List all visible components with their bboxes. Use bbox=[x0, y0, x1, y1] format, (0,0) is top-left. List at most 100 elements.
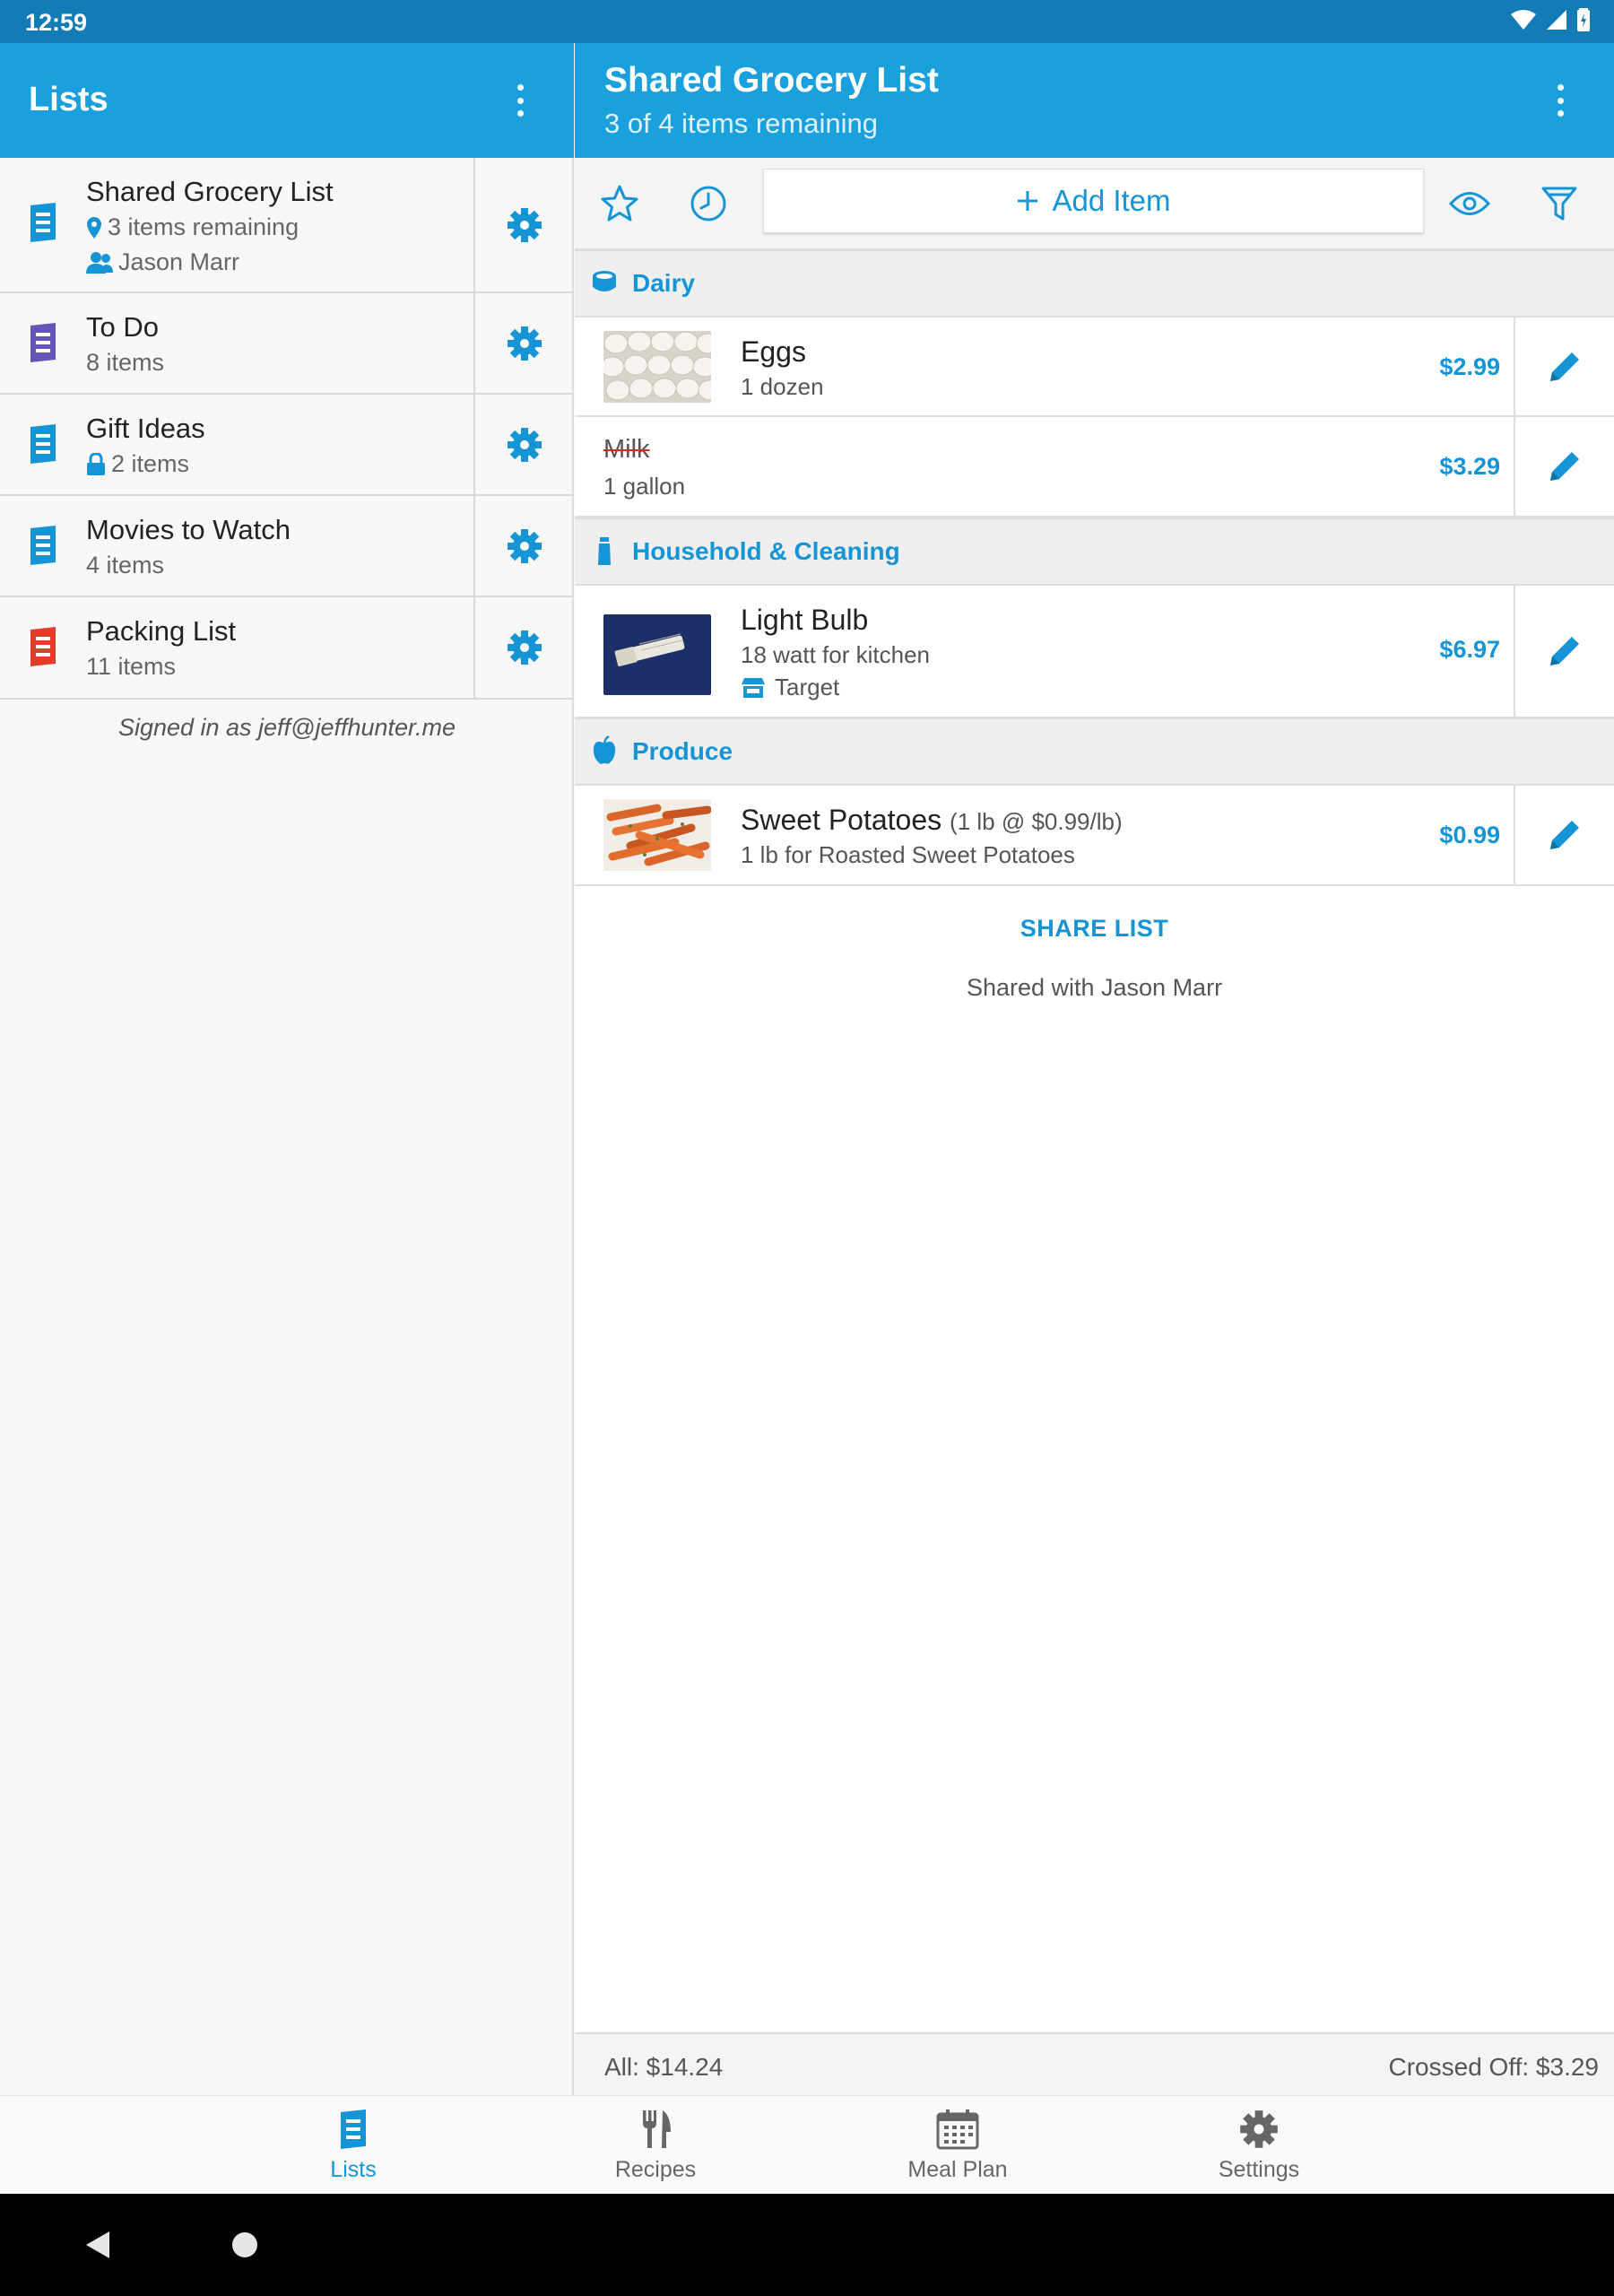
share-list-button[interactable]: SHARE LIST bbox=[575, 915, 1614, 943]
people-icon bbox=[86, 251, 113, 274]
gear-icon bbox=[508, 528, 542, 563]
list-subtitle-text: 3 items remaining bbox=[108, 213, 299, 240]
wifi-icon bbox=[1511, 10, 1536, 30]
lock-icon bbox=[87, 452, 105, 475]
list-row-main[interactable]: Gift Ideas 2 items bbox=[0, 395, 473, 494]
list-detail-header: Shared Grocery List 3 of 4 items remaini… bbox=[575, 43, 1614, 158]
item-name-crossed-off: Milk bbox=[603, 435, 650, 464]
item-name: Sweet Potatoes bbox=[741, 804, 942, 836]
pencil-icon bbox=[1550, 352, 1579, 381]
gear-icon bbox=[508, 326, 542, 361]
list-row-packing-list[interactable]: Packing List 11 items bbox=[0, 597, 574, 700]
list-document-icon bbox=[30, 627, 56, 666]
list-row-main[interactable]: Shared Grocery List 3 items remaining Ja… bbox=[0, 158, 473, 291]
item-row-light-bulb[interactable]: Light Bulb 18 watt for kitchen Target $6… bbox=[575, 586, 1614, 718]
list-subtitle-text: 4 items bbox=[86, 552, 165, 578]
plus-icon bbox=[1018, 191, 1038, 211]
list-settings-button[interactable] bbox=[473, 158, 574, 291]
total-all: All: $14.24 bbox=[604, 2053, 724, 2081]
total-crossed-off: Crossed Off: $3.29 bbox=[1388, 2053, 1600, 2081]
list-row-shared-grocery[interactable]: Shared Grocery List 3 items remaining Ja… bbox=[0, 158, 574, 293]
item-note: 1 dozen bbox=[741, 373, 824, 400]
lists-more-menu-icon[interactable] bbox=[516, 84, 525, 117]
shared-with-text: Shared with Jason Marr bbox=[966, 974, 1223, 1001]
recent-items-button[interactable] bbox=[680, 175, 737, 232]
eye-icon bbox=[1449, 192, 1490, 215]
list-title: To Do bbox=[86, 311, 159, 343]
favorites-button[interactable] bbox=[591, 175, 648, 232]
store-icon bbox=[742, 677, 765, 698]
list-document-icon bbox=[30, 424, 56, 464]
pencil-icon bbox=[1550, 821, 1579, 849]
status-icons bbox=[1510, 7, 1591, 32]
list-shared-name: Jason Marr bbox=[118, 248, 240, 275]
lists-header: Lists bbox=[0, 43, 574, 158]
filter-button[interactable] bbox=[1531, 175, 1588, 232]
list-title: Movies to Watch bbox=[86, 514, 291, 545]
list-row-main[interactable]: Movies to Watch 4 items bbox=[0, 496, 473, 596]
item-row-sweet-potatoes[interactable]: Sweet Potatoes (1 lb @ $0.99/lb) 1 lb fo… bbox=[575, 786, 1614, 886]
add-item-button[interactable]: Add Item bbox=[763, 169, 1424, 233]
item-store-name: Target bbox=[775, 674, 840, 700]
eggs-thumbnail bbox=[603, 331, 711, 403]
item-price-detail: (1 lb @ $0.99/lb) bbox=[950, 808, 1123, 835]
android-navigation-bar bbox=[0, 2194, 1614, 2296]
list-toolbar: Add Item bbox=[575, 158, 1614, 250]
add-item-label: Add Item bbox=[1052, 184, 1171, 217]
list-row-movies[interactable]: Movies to Watch 4 items bbox=[0, 496, 574, 597]
list-settings-button[interactable] bbox=[473, 395, 574, 494]
item-row-milk[interactable]: Milk 1 gallon $3.29 bbox=[575, 417, 1614, 517]
list-document-icon bbox=[30, 526, 56, 565]
signed-in-text: Signed in as jeff@jeffhunter.me bbox=[117, 714, 456, 741]
gear-icon bbox=[508, 631, 542, 665]
list-row-gift-ideas[interactable]: Gift Ideas 2 items bbox=[0, 395, 574, 496]
item-price: $3.29 bbox=[1439, 453, 1500, 480]
item-store: Target bbox=[741, 674, 839, 701]
bottom-navigation: Lists Recipes Meal Plan Settings bbox=[0, 2095, 1614, 2194]
pencil-icon bbox=[1550, 452, 1579, 481]
list-row-main[interactable]: To Do 8 items bbox=[0, 293, 473, 393]
nav-lists[interactable]: Lists bbox=[264, 2096, 443, 2195]
list-subtitle-text: 2 items bbox=[111, 450, 190, 477]
item-note: 18 watt for kitchen bbox=[741, 641, 930, 668]
location-pin-icon bbox=[87, 216, 101, 239]
item-name-line: Sweet Potatoes (1 lb @ $0.99/lb) bbox=[741, 804, 1123, 837]
list-subtitle: 11 items bbox=[86, 653, 176, 681]
list-subtitle: 4 items bbox=[86, 552, 164, 579]
list-settings-button[interactable] bbox=[473, 496, 574, 596]
nav-recipes[interactable]: Recipes bbox=[566, 2096, 745, 2195]
list-settings-button[interactable] bbox=[473, 293, 574, 393]
signal-icon bbox=[1547, 10, 1566, 30]
dairy-icon bbox=[593, 271, 616, 291]
nav-label: Lists bbox=[330, 2156, 377, 2182]
edit-item-button[interactable] bbox=[1514, 317, 1614, 415]
edit-item-button[interactable] bbox=[1514, 786, 1614, 884]
status-bar: 12:59 bbox=[0, 0, 1614, 43]
nav-settings[interactable]: Settings bbox=[1169, 2096, 1349, 2195]
back-button-icon[interactable] bbox=[84, 2230, 111, 2260]
lists-title: Lists bbox=[29, 81, 108, 118]
nav-label: Settings bbox=[1218, 2156, 1300, 2182]
item-row-eggs[interactable]: Eggs 1 dozen $2.99 bbox=[575, 317, 1614, 417]
category-name: Produce bbox=[632, 737, 733, 765]
list-row-to-do[interactable]: To Do 8 items bbox=[0, 293, 574, 395]
list-subtitle: 3 items remaining bbox=[86, 213, 299, 241]
edit-item-button[interactable] bbox=[1514, 586, 1614, 717]
pencil-icon bbox=[1550, 637, 1579, 665]
home-button-icon[interactable] bbox=[231, 2231, 258, 2258]
view-options-button[interactable] bbox=[1441, 175, 1498, 232]
nav-meal-plan[interactable]: Meal Plan bbox=[868, 2096, 1047, 2195]
list-settings-button[interactable] bbox=[473, 597, 574, 698]
list-title: Packing List bbox=[86, 615, 237, 647]
category-name: Dairy bbox=[632, 269, 696, 297]
item-price: $2.99 bbox=[1439, 353, 1500, 380]
category-header-produce: Produce bbox=[575, 718, 1614, 786]
nav-label: Recipes bbox=[614, 2156, 697, 2182]
totals-bar: All: $14.24 Crossed Off: $3.29 bbox=[575, 2032, 1614, 2095]
list-subtitle-text: 11 items bbox=[86, 653, 177, 680]
star-icon bbox=[601, 185, 638, 222]
detail-more-menu-icon[interactable] bbox=[1556, 84, 1565, 117]
item-price: $0.99 bbox=[1439, 822, 1500, 848]
list-row-main[interactable]: Packing List 11 items bbox=[0, 597, 473, 698]
edit-item-button[interactable] bbox=[1514, 417, 1614, 516]
